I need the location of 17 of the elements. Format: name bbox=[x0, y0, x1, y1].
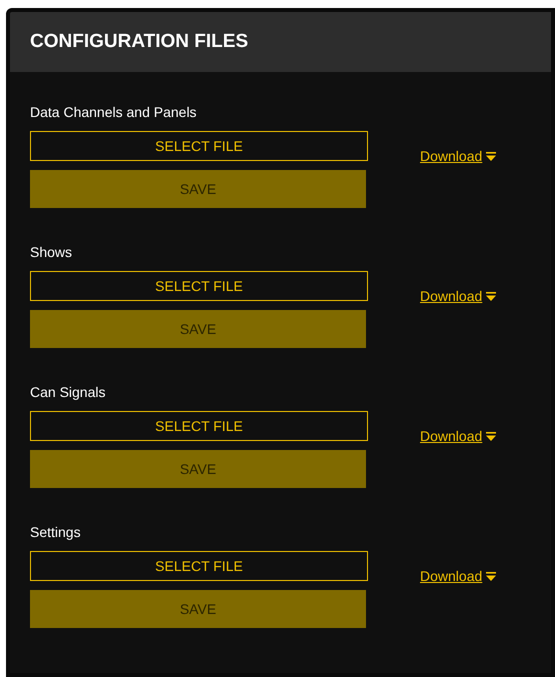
download-icon bbox=[486, 292, 496, 300]
select-file-button[interactable]: SELECT FILE bbox=[30, 411, 368, 441]
download-icon bbox=[486, 572, 496, 580]
download-link[interactable]: Download bbox=[420, 568, 482, 584]
download-icon bbox=[486, 432, 496, 440]
download-link[interactable]: Download bbox=[420, 288, 482, 304]
select-file-button[interactable]: SELECT FILE bbox=[30, 271, 368, 301]
section-label: Can Signals bbox=[30, 384, 106, 400]
section-label: Shows bbox=[30, 244, 74, 260]
section-label: Settings bbox=[30, 524, 82, 540]
download-link[interactable]: Download bbox=[420, 148, 482, 164]
download-icon bbox=[486, 152, 496, 160]
panel-title: CONFIGURATION FILES bbox=[30, 31, 248, 53]
section-label: Data Channels and Panels bbox=[30, 104, 198, 120]
download-link[interactable]: Download bbox=[420, 428, 482, 444]
select-file-button[interactable]: SELECT FILE bbox=[30, 131, 368, 161]
select-file-button[interactable]: SELECT FILE bbox=[30, 551, 368, 581]
